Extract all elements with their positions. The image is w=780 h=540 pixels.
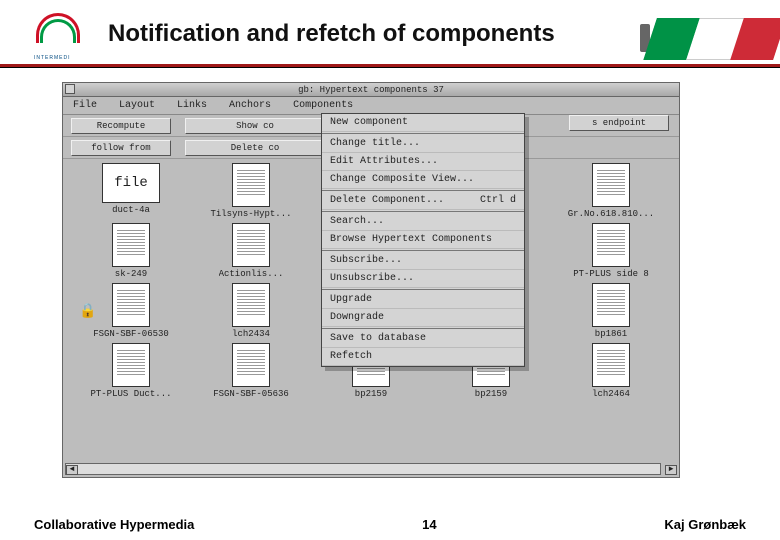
menu-item-label: Browse Hypertext Components	[330, 234, 492, 245]
menu-item[interactable]: Delete Component... Ctrl d	[322, 192, 524, 210]
component-label: Tilsyns-Hypt...	[210, 209, 291, 219]
slide-footer: Collaborative Hypermedia 14 Kaj Grønbæk	[0, 517, 780, 532]
menu-separator	[322, 211, 524, 212]
menu-item-label: Change title...	[330, 138, 420, 149]
horizontal-scrollbar[interactable]: ◄	[65, 463, 661, 475]
menu-separator	[322, 133, 524, 134]
menu-item-label: Delete Component...	[330, 195, 444, 206]
component-label: sk-249	[115, 269, 147, 279]
menu-item[interactable]: Search...	[322, 213, 524, 231]
document-icon	[112, 283, 150, 327]
menu-separator	[322, 190, 524, 191]
menu-separator	[322, 250, 524, 251]
app-window: gb: Hypertext components 37 File Layout …	[62, 82, 680, 478]
menu-separator	[322, 328, 524, 329]
header-rule-black	[0, 67, 780, 68]
menu-file[interactable]: File	[73, 100, 97, 111]
component-item[interactable]: sk-249	[75, 223, 187, 279]
component-label: FSGN-SBF-06530	[93, 329, 169, 339]
system-menu-box[interactable]	[65, 84, 75, 94]
menu-item-label: Save to database	[330, 333, 426, 344]
document-icon	[232, 283, 270, 327]
italy-flag-banner	[643, 18, 780, 60]
recompute-button[interactable]: Recompute	[71, 118, 171, 134]
scroll-right-icon[interactable]: ►	[665, 465, 677, 475]
component-item[interactable]: PT-PLUS Duct...	[75, 343, 187, 399]
component-label: bp1861	[595, 329, 627, 339]
footer-author: Kaj Grønbæk	[664, 517, 746, 532]
menu-layout[interactable]: Layout	[119, 100, 155, 111]
components-dropdown-menu: New component Change title... Edit Attribu…	[321, 113, 525, 367]
menu-item[interactable]: New component	[322, 114, 524, 132]
menu-item[interactable]: Edit Attributes...	[322, 153, 524, 171]
menu-item[interactable]: Save to database	[322, 330, 524, 348]
document-icon	[112, 343, 150, 387]
menu-item[interactable]: Subscribe...	[322, 252, 524, 270]
endpoint-button[interactable]: s endpoint	[569, 115, 669, 131]
scroll-left-icon[interactable]: ◄	[66, 465, 78, 475]
document-icon	[112, 223, 150, 267]
component-item[interactable]: Gr.No.618.810...	[555, 163, 667, 219]
menu-item-label: Search...	[330, 216, 384, 227]
menu-item[interactable]: Unsubscribe...	[322, 270, 524, 288]
logo-text: INTERMEDI	[34, 55, 71, 61]
document-icon	[592, 223, 630, 267]
menu-item-label: New component	[330, 117, 408, 128]
component-label: PT-PLUS Duct...	[90, 389, 171, 399]
menu-anchors[interactable]: Anchors	[229, 100, 271, 111]
component-item[interactable]: PT-PLUS side 8	[555, 223, 667, 279]
menu-item-label: Change Composite View...	[330, 174, 474, 185]
window-title: gb: Hypertext components 37	[298, 85, 444, 95]
menu-separator	[322, 289, 524, 290]
component-item[interactable]: lch2464	[555, 343, 667, 399]
menu-item[interactable]: Downgrade	[322, 309, 524, 327]
menu-item-label: Upgrade	[330, 294, 372, 305]
component-item[interactable]: FSGN-SBF-05636	[195, 343, 307, 399]
menu-item-accel: Ctrl d	[480, 195, 516, 206]
component-label: bp2159	[475, 389, 507, 399]
menu-item[interactable]: Browse Hypertext Components	[322, 231, 524, 249]
component-label: Actionlis...	[219, 269, 284, 279]
page-number: 14	[422, 517, 436, 532]
component-label: lch2464	[592, 389, 630, 399]
show-co-button[interactable]: Show co	[185, 118, 325, 134]
menu-item-label: Unsubscribe...	[330, 273, 414, 284]
component-label: bp2159	[355, 389, 387, 399]
component-label: PT-PLUS side 8	[573, 269, 649, 279]
logo-intermedi: INTERMEDI	[34, 13, 96, 57]
menu-item-label: Edit Attributes...	[330, 156, 438, 167]
document-icon	[592, 283, 630, 327]
component-label: FSGN-SBF-05636	[213, 389, 289, 399]
lock-icon: 🔒	[79, 303, 96, 320]
menu-item[interactable]: Change Composite View...	[322, 171, 524, 189]
component-item[interactable]: Actionlis...	[195, 223, 307, 279]
menu-item[interactable]: Upgrade	[322, 291, 524, 309]
slide-header: INTERMEDI Notification and refetch of co…	[0, 0, 780, 64]
component-item[interactable]: Tilsyns-Hypt...	[195, 163, 307, 219]
component-item[interactable]: file duct-4a	[75, 163, 187, 219]
document-icon	[232, 343, 270, 387]
follow-from-button[interactable]: follow from	[71, 140, 171, 156]
menu-links[interactable]: Links	[177, 100, 207, 111]
file-icon: file	[102, 163, 160, 203]
slide-title: Notification and refetch of components	[108, 20, 555, 48]
menu-item[interactable]: Change title...	[322, 135, 524, 153]
component-label: Gr.No.618.810...	[568, 209, 654, 219]
component-item[interactable]: bp1861	[555, 283, 667, 339]
menu-item[interactable]: Refetch	[322, 348, 524, 366]
menu-item-label: Subscribe...	[330, 255, 402, 266]
footer-left: Collaborative Hypermedia	[34, 517, 194, 532]
menu-item-label: Downgrade	[330, 312, 384, 323]
document-icon	[592, 163, 630, 207]
delete-co-button[interactable]: Delete co	[185, 140, 325, 156]
component-label: duct-4a	[112, 205, 150, 215]
menu-item-label: Refetch	[330, 351, 372, 362]
window-titlebar: gb: Hypertext components 37	[63, 83, 679, 97]
document-icon	[232, 163, 270, 207]
component-item[interactable]: lch2434	[195, 283, 307, 339]
document-icon	[592, 343, 630, 387]
document-icon	[232, 223, 270, 267]
menu-components[interactable]: Components	[293, 100, 353, 111]
component-label: lch2434	[232, 329, 270, 339]
